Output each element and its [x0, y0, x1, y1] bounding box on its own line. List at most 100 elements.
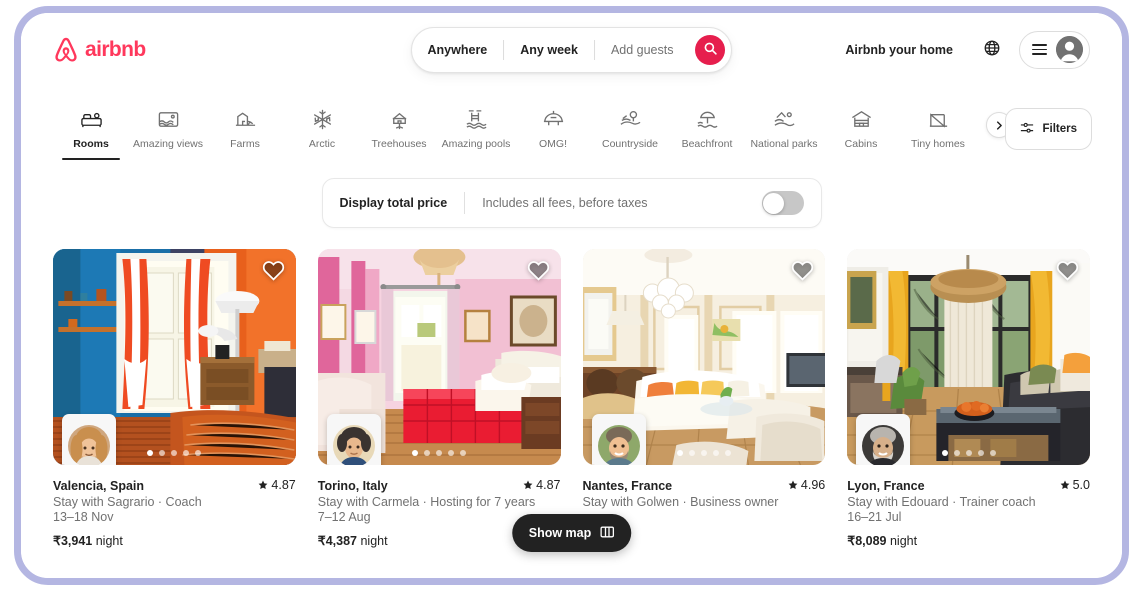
star-icon	[788, 480, 798, 489]
treehouse-icon	[388, 108, 411, 131]
countryside-icon	[619, 108, 642, 131]
total-price-toggle[interactable]	[761, 191, 804, 215]
national-parks-icon	[773, 108, 796, 131]
search-where[interactable]: Anywhere	[412, 28, 504, 72]
listing-host: Stay with Carmela · Hosting for 7 years	[317, 495, 536, 509]
listing-price-amount: ₹8,089	[847, 534, 887, 548]
listing-rating-value: 4.87	[536, 478, 561, 492]
chevron-right-icon	[995, 118, 1004, 133]
listing-location: Nantes, France	[582, 479, 673, 493]
listing-price: ₹8,089 night	[847, 533, 1090, 548]
star-icon	[523, 480, 533, 489]
browser-frame: airbnb Anywhere Any week Add guests Airb…	[14, 6, 1129, 585]
search-bar[interactable]: Anywhere Any week Add guests	[410, 26, 733, 73]
show-map-label: Show map	[528, 526, 592, 540]
listing-rating: 4.87	[523, 478, 561, 492]
category-omg[interactable]: OMG!	[515, 102, 591, 160]
search-button[interactable]	[695, 34, 726, 65]
category-tiny-homes[interactable]: Tiny homes	[900, 102, 976, 160]
listing-photo[interactable]	[582, 249, 826, 465]
listing-rating-value: 4.87	[271, 478, 296, 492]
listings-grid: Valencia, Spain 4.87 Stay with Sagrario …	[21, 228, 1122, 548]
category-label: Cabins	[844, 138, 878, 150]
language-globe-button[interactable]	[975, 33, 1009, 67]
show-map-button[interactable]: Show map	[511, 514, 632, 552]
listing-dates: 13–18 Nov	[53, 510, 114, 524]
favorite-heart-icon[interactable]	[262, 260, 285, 286]
listing-photo[interactable]	[53, 249, 296, 465]
filters-label: Filters	[1042, 123, 1077, 135]
total-price-banner: Display total price Includes all fees, b…	[321, 178, 822, 228]
listing-card[interactable]: Torino, Italy 4.87 Stay with Carmela · H…	[317, 249, 561, 548]
listing-card[interactable]: Nantes, France 4.96 Stay with Golwen · B…	[582, 249, 826, 548]
airbnb-your-home-link[interactable]: Airbnb your home	[833, 33, 965, 67]
filters-button[interactable]: Filters	[1005, 108, 1092, 150]
listing-info: Valencia, Spain 4.87 Stay with Sagrario …	[53, 465, 296, 548]
listing-price-amount: ₹4,387	[317, 534, 357, 548]
map-grid-icon	[600, 525, 615, 542]
category-cabins[interactable]: Cabins	[823, 102, 899, 160]
search-guests[interactable]: Add guests	[595, 28, 690, 72]
user-avatar-icon	[1056, 36, 1083, 63]
category-label: OMG!	[539, 138, 567, 150]
filters-sliders-icon	[1020, 121, 1034, 138]
category-countryside[interactable]: Countryside	[592, 102, 668, 160]
listing-info: Lyon, France 5.0 Stay with Edouard · Tra…	[847, 465, 1090, 548]
avatar	[68, 425, 110, 465]
listing-title-row: Lyon, France 5.0	[847, 478, 1090, 493]
category-arctic[interactable]: Arctic	[284, 102, 360, 160]
listing-location: Lyon, France	[847, 479, 925, 493]
site-header: airbnb Anywhere Any week Add guests Airb…	[21, 13, 1122, 86]
listing-rating: 5.0	[1060, 478, 1090, 492]
photo-carousel-dots[interactable]	[147, 450, 202, 456]
listing-price: ₹3,941 night	[53, 533, 296, 548]
category-rooms[interactable]: Rooms	[53, 102, 129, 160]
category-label: Arctic	[308, 138, 336, 150]
category-national-parks[interactable]: National parks	[746, 102, 822, 160]
favorite-heart-icon[interactable]	[791, 260, 814, 286]
listing-price-unit: night	[95, 534, 123, 548]
listing-host: Stay with Golwen · Business owner	[582, 495, 779, 509]
category-label: Amazing views	[132, 138, 204, 150]
star-icon	[1060, 480, 1070, 489]
listing-photo[interactable]	[317, 249, 561, 465]
favorite-heart-icon[interactable]	[1056, 260, 1079, 286]
listing-rating-value: 4.96	[800, 478, 826, 492]
host-avatar-badge	[326, 414, 381, 465]
host-avatar-badge	[62, 414, 116, 465]
favorite-heart-icon[interactable]	[527, 260, 550, 286]
pool-icon	[465, 108, 488, 131]
listing-price-unit: night	[360, 534, 388, 548]
category-label: National parks	[750, 138, 818, 150]
category-beachfront[interactable]: Beachfront	[669, 102, 745, 160]
host-avatar-badge	[591, 414, 646, 465]
listing-title-row: Valencia, Spain 4.87	[53, 478, 296, 493]
category-list: Rooms Amazing views Farms Arctic Treehou…	[53, 102, 1090, 160]
photo-carousel-dots[interactable]	[676, 450, 731, 456]
host-avatar-badge	[856, 414, 911, 465]
snowflake-icon	[311, 108, 334, 131]
header-actions: Airbnb your home	[833, 30, 1090, 69]
listing-host: Stay with Edouard · Trainer coach	[847, 495, 1036, 509]
category-treehouses[interactable]: Treehouses	[361, 102, 437, 160]
category-amazing-pools[interactable]: Amazing pools	[438, 102, 514, 160]
photo-carousel-dots[interactable]	[412, 450, 467, 456]
listing-dates: 16–21 Jul	[847, 510, 902, 524]
airbnb-logo-text: airbnb	[85, 37, 146, 61]
category-amazing-views[interactable]: Amazing views	[130, 102, 206, 160]
airbnb-logo[interactable]: airbnb	[53, 36, 146, 64]
user-menu-button[interactable]	[1019, 30, 1090, 69]
listing-title-row: Nantes, France 4.96	[583, 478, 826, 493]
photo-carousel-dots[interactable]	[941, 450, 996, 456]
total-price-banner-wrap: Display total price Includes all fees, b…	[21, 160, 1122, 228]
listing-card[interactable]: Lyon, France 5.0 Stay with Edouard · Tra…	[847, 249, 1090, 548]
listing-photo[interactable]	[847, 249, 1090, 465]
listing-price-unit: night	[889, 534, 918, 548]
beachfront-icon	[696, 108, 719, 131]
category-label: Countryside	[601, 138, 659, 150]
listing-rating-value: 5.0	[1072, 478, 1090, 492]
globe-icon	[984, 40, 1000, 59]
search-when[interactable]: Any week	[504, 28, 594, 72]
category-farms[interactable]: Farms	[207, 102, 283, 160]
listing-card[interactable]: Valencia, Spain 4.87 Stay with Sagrario …	[53, 249, 296, 548]
